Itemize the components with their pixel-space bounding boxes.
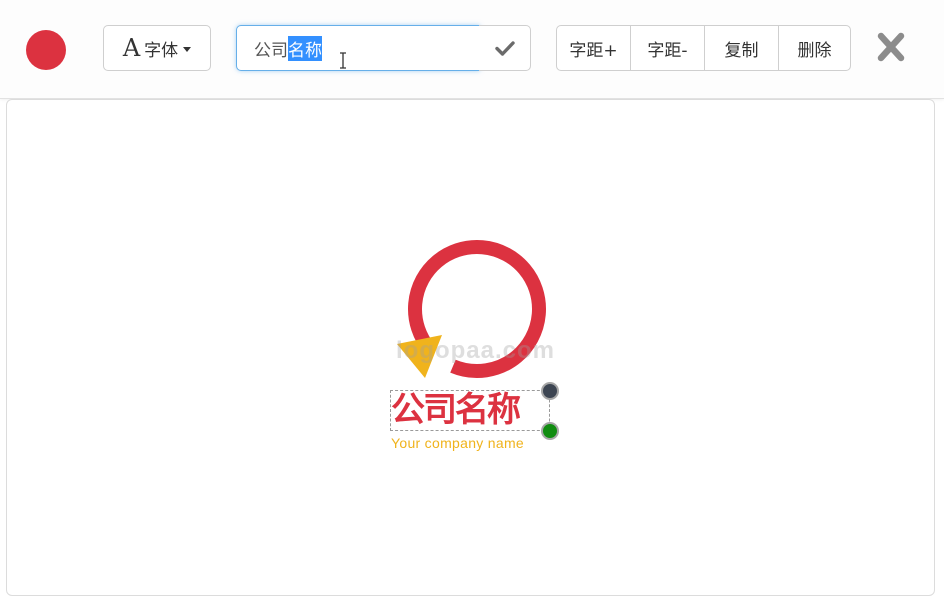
letter-spacing-increase-button[interactable]: 字距+ xyxy=(556,25,631,71)
confirm-button[interactable] xyxy=(479,25,531,71)
rotate-handle[interactable] xyxy=(541,382,559,400)
font-dropdown-button[interactable]: A 字体 xyxy=(103,25,211,71)
input-text-selected: 名称 xyxy=(288,35,322,61)
editor-toolbar: A 字体 公司 名称 字距+ 字距- 复制 删除 xyxy=(0,0,944,99)
watermark-text: logopaa.com xyxy=(396,337,556,364)
check-icon xyxy=(494,41,515,56)
font-button-label: 字体 xyxy=(144,40,179,61)
font-glyph-icon: A xyxy=(122,34,141,62)
copy-button[interactable]: 复制 xyxy=(704,25,779,71)
caret-down-icon xyxy=(183,46,192,52)
company-name-text-element[interactable]: 公司名称 xyxy=(390,390,550,431)
logo-ring-arrow-graphic xyxy=(397,240,546,378)
company-name-text-input[interactable]: 公司 名称 xyxy=(236,25,480,71)
resize-handle[interactable] xyxy=(541,422,559,440)
input-text-plain: 公司 xyxy=(254,40,288,61)
letter-spacing-decrease-button[interactable]: 字距- xyxy=(630,25,705,71)
close-icon[interactable] xyxy=(876,31,906,63)
color-picker-swatch[interactable] xyxy=(26,30,66,70)
text-cursor-icon xyxy=(340,52,346,69)
slogan-text-element[interactable]: Your company name xyxy=(391,435,524,451)
delete-button[interactable]: 删除 xyxy=(778,25,851,71)
